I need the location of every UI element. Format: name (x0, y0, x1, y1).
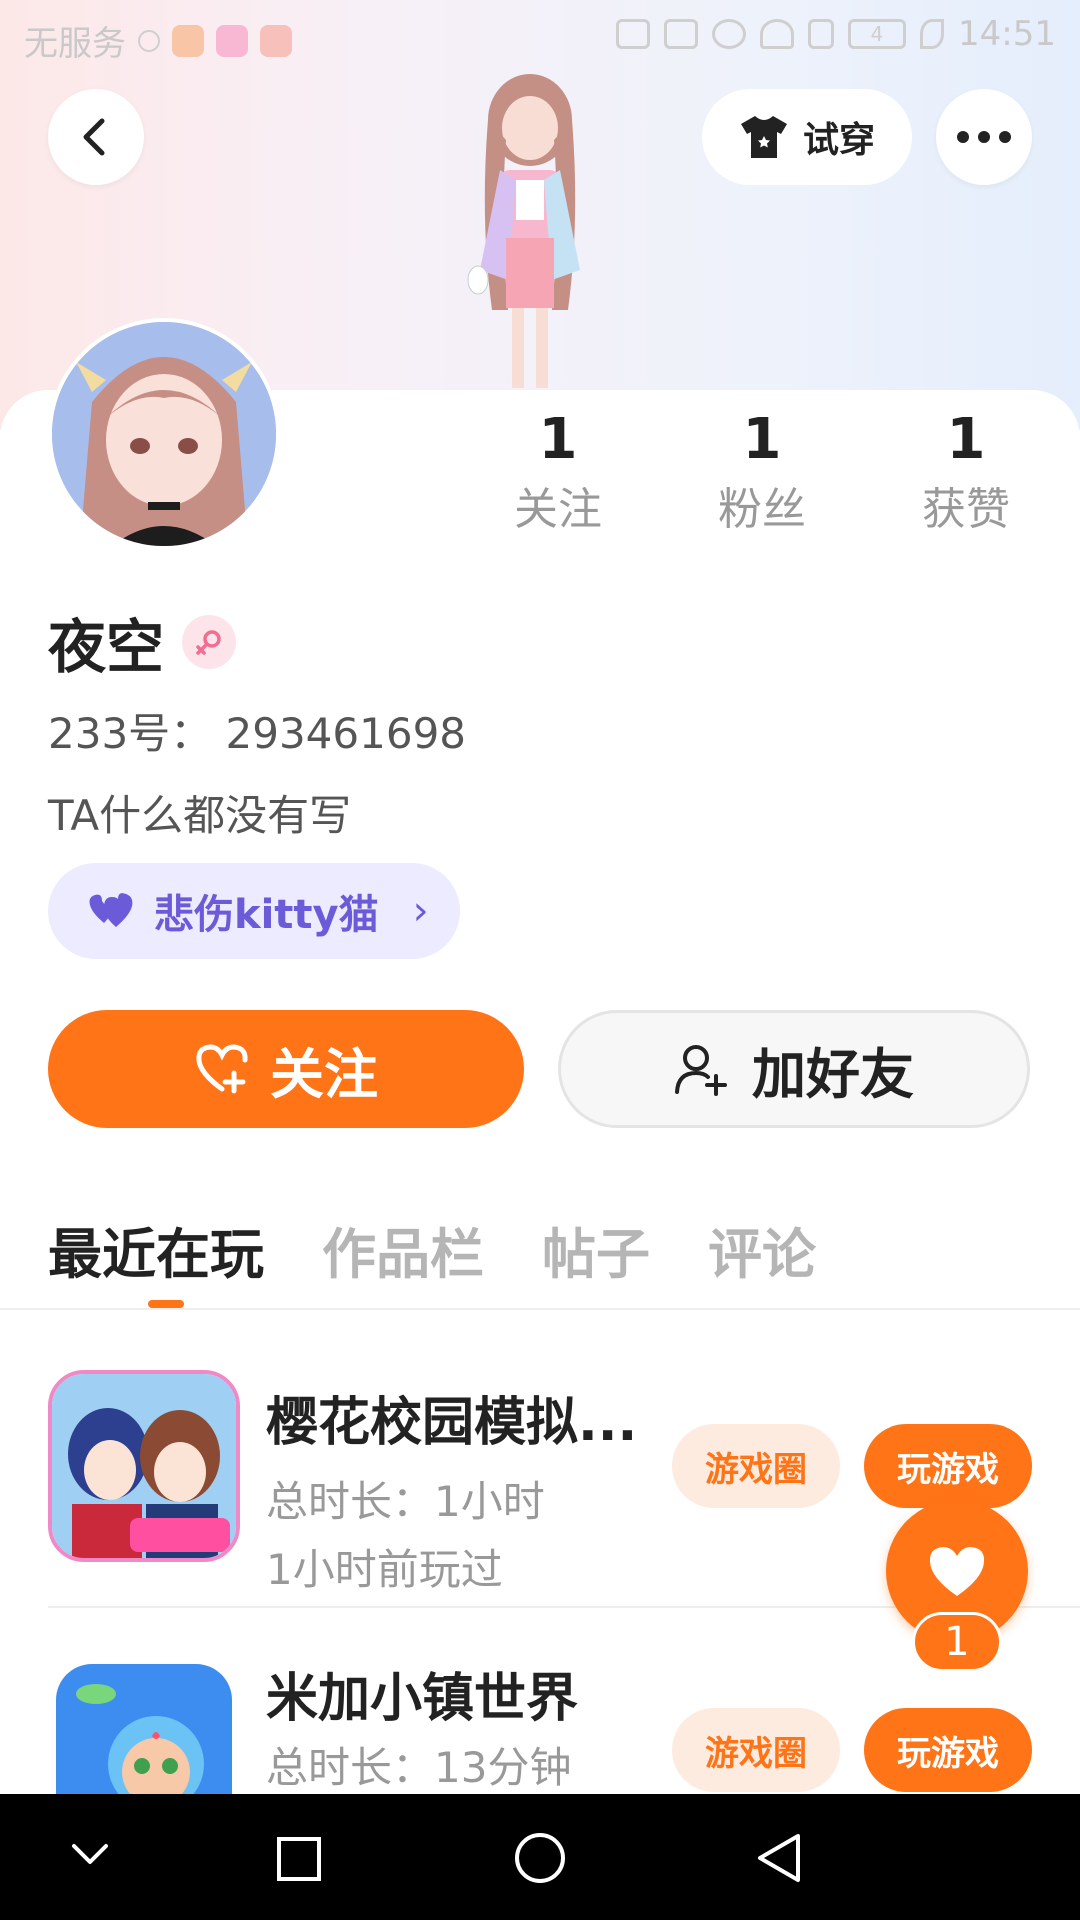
play-game-button[interactable]: 玩游戏 (864, 1708, 1032, 1792)
follow-label: 关注 (270, 1042, 378, 1106)
game-icon-sakura (48, 1370, 240, 1562)
add-friend-button[interactable]: 加好友 (558, 1010, 1030, 1128)
following-stat[interactable]: 1 关注 (488, 400, 628, 540)
game-last-played: 1小时前玩过 (266, 1545, 503, 1594)
double-heart-icon (89, 893, 133, 927)
more-dots-icon (957, 131, 1011, 143)
clock-text: 14:51 (958, 14, 1056, 54)
recent-apps-icon[interactable] (276, 1836, 322, 1882)
leaf-icon (920, 19, 945, 49)
female-gender-icon (182, 615, 237, 669)
fan-group-tag[interactable]: 悲伤kitty猫 › (48, 863, 460, 959)
following-count: 1 (538, 407, 578, 472)
game-total-time: 总时长：13分钟 (266, 1743, 572, 1792)
game-title: 樱花校园模拟... (266, 1393, 638, 1453)
sim-icon (808, 19, 835, 49)
tab-comments[interactable]: 评论 (708, 1210, 816, 1289)
heart-plus-icon (196, 1044, 248, 1094)
avatar[interactable] (48, 318, 280, 550)
back-button[interactable] (48, 89, 144, 185)
notification-app-icon (260, 24, 292, 57)
game-icon-miga (56, 1664, 232, 1794)
try-on-button[interactable]: 试穿 (702, 89, 912, 185)
game-total-time: 总时长：1小时 (266, 1477, 545, 1526)
no-sim-icon (616, 19, 651, 49)
fan-group-label: 悲伤kitty猫 (154, 892, 379, 938)
battery-icon: 4 (848, 19, 907, 49)
follow-button[interactable]: 关注 (48, 1010, 524, 1128)
avatar-3d-figure[interactable] (430, 70, 630, 390)
following-label: 关注 (514, 484, 602, 535)
try-on-label: 试穿 (802, 120, 875, 161)
divider (0, 1308, 1080, 1310)
tab-recent-played[interactable]: 最近在玩 (48, 1210, 264, 1289)
tab-posts[interactable]: 帖子 (542, 1210, 650, 1289)
status-bar: 无服务 4 14:51 (0, 0, 1080, 76)
username: 夜空 (48, 613, 165, 681)
chevron-right-icon: › (412, 888, 429, 934)
likes-count: 1 (946, 407, 986, 472)
hide-keyboard-icon[interactable] (70, 1842, 110, 1868)
fans-label: 粉丝 (718, 484, 806, 535)
game-circle-button[interactable]: 游戏圈 (672, 1708, 840, 1792)
shirt-icon (740, 116, 787, 158)
chevron-left-icon (83, 118, 105, 156)
game-circle-button[interactable]: 游戏圈 (672, 1424, 840, 1508)
system-navigation-bar (0, 1794, 1080, 1920)
heart-icon (929, 1547, 985, 1596)
more-button[interactable] (936, 89, 1032, 185)
fans-stat[interactable]: 1 粉丝 (692, 400, 832, 540)
likes-stat[interactable]: 1 获赞 (896, 400, 1036, 540)
eye-icon (712, 19, 747, 49)
active-tab-indicator (148, 1300, 184, 1308)
like-count-badge: 1 (912, 1612, 1002, 1672)
notification-app-icon (216, 24, 248, 57)
add-friend-label: 加好友 (752, 1042, 914, 1106)
name-row: 夜空 (48, 600, 237, 684)
tab-works[interactable]: 作品栏 (322, 1210, 484, 1289)
back-nav-icon[interactable] (756, 1832, 802, 1884)
home-icon[interactable] (514, 1832, 566, 1884)
game-list-item[interactable]: 米加小镇世界 总时长：13分钟 游戏圈 玩游戏 (0, 1656, 1080, 1794)
user-bio: TA什么都没有写 (48, 791, 352, 840)
game-title: 米加小镇世界 (266, 1669, 579, 1729)
user-id: 233号： 293461698 (48, 709, 467, 758)
avatar-portrait (52, 322, 276, 546)
carrier-text: 无服务 (24, 24, 126, 64)
profile-tabs: 最近在玩 作品栏 帖子 评论 (48, 1210, 816, 1289)
add-user-icon (675, 1045, 727, 1096)
vibrate-icon (664, 19, 699, 49)
status-dot-icon (138, 29, 160, 52)
notification-app-icon (172, 24, 204, 57)
likes-label: 获赞 (922, 484, 1010, 535)
profile-page: 无服务 4 14:51 试穿 1 关注 1 粉丝 1 获赞 夜空 233号： 2… (0, 0, 1080, 1920)
wifi-icon (760, 19, 795, 49)
play-game-button[interactable]: 玩游戏 (864, 1424, 1032, 1508)
fans-count: 1 (742, 407, 782, 472)
